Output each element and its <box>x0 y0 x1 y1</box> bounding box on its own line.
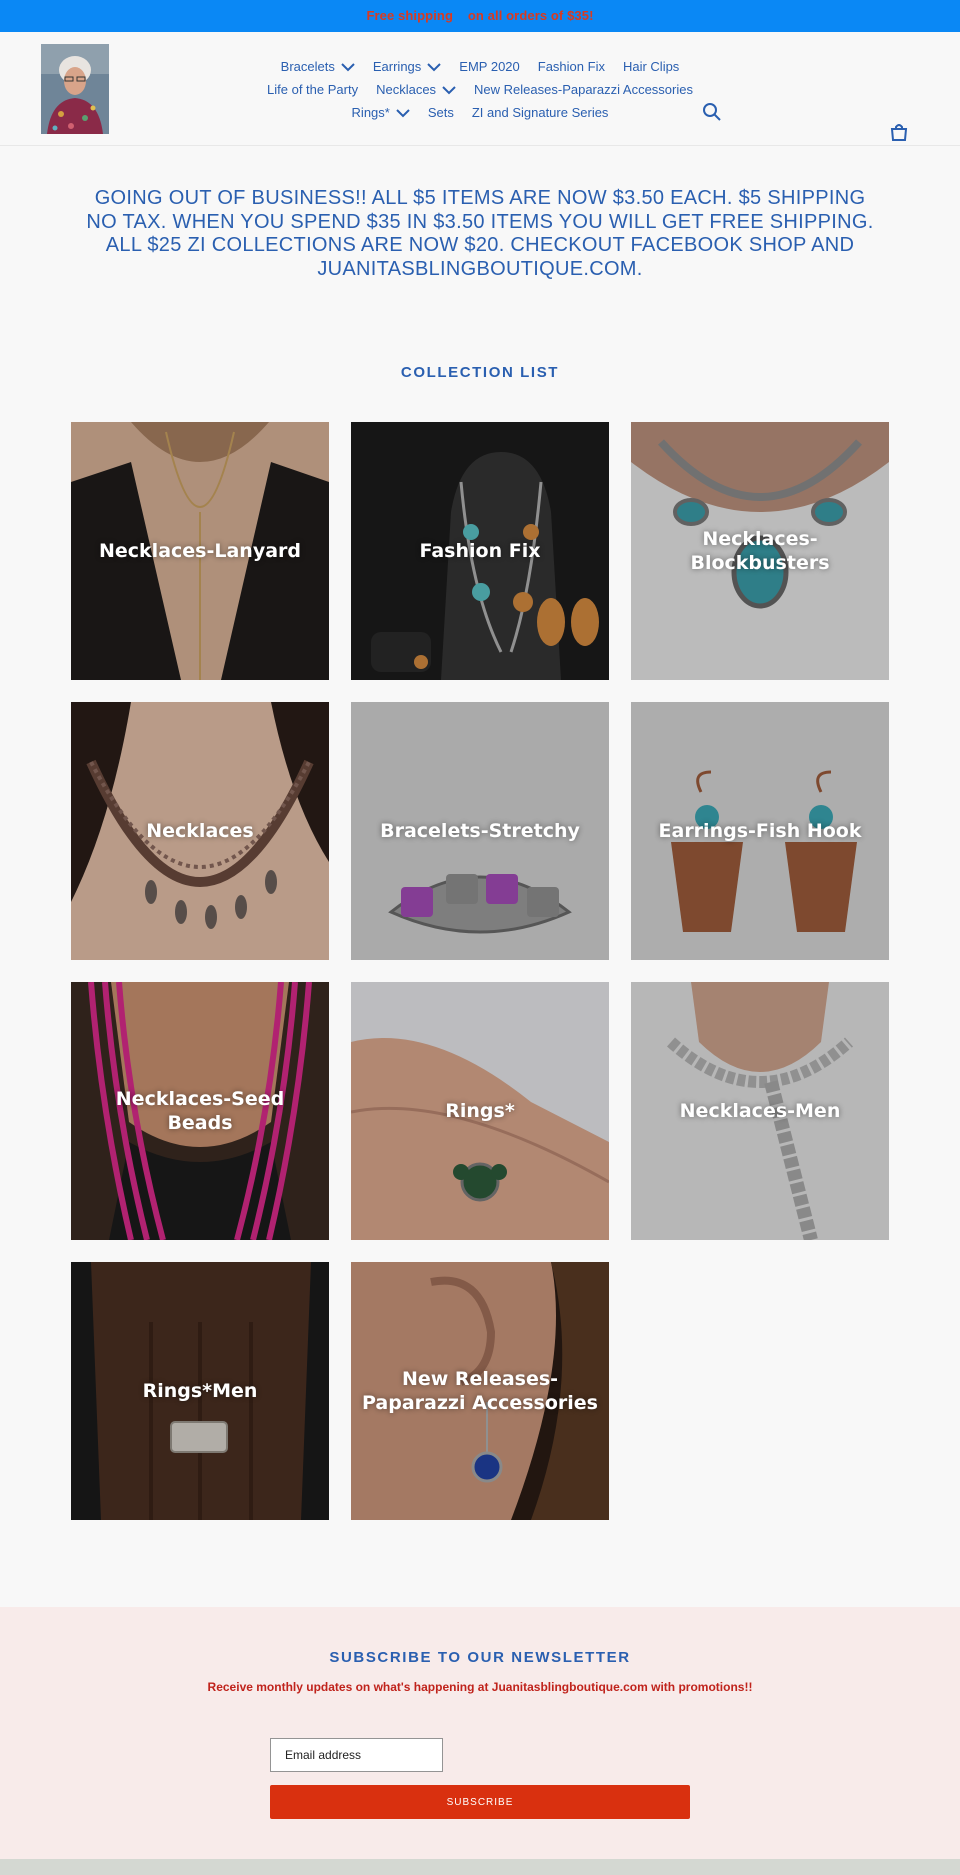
collection-tile-rings-men[interactable]: Rings*Men <box>71 1262 329 1520</box>
nav-item-earrings[interactable]: Earrings <box>373 59 442 74</box>
email-field[interactable] <box>270 1738 443 1772</box>
nav-item-necklaces[interactable]: Necklaces <box>376 82 456 97</box>
collection-tile-new-releases[interactable]: New Releases-Paparazzi Accessories <box>351 1262 609 1520</box>
collection-tile-fashion-fix[interactable]: Fashion Fix <box>351 422 609 680</box>
site-header: Bracelets Earrings EMP 2020 Fashion Fix … <box>0 32 960 146</box>
collection-tile-rings[interactable]: Rings* <box>351 982 609 1240</box>
collection-tile-necklaces[interactable]: Necklaces <box>71 702 329 960</box>
cart-icon[interactable] <box>890 123 908 141</box>
chevron-down-icon <box>396 108 410 117</box>
announcement-text: Free shipping on all orders of $35! <box>366 8 594 23</box>
announcement-bar: Free shipping on all orders of $35! <box>0 0 960 32</box>
nav-item-emp-2020[interactable]: EMP 2020 <box>459 59 519 74</box>
collection-tile-necklaces-men[interactable]: Necklaces-Men <box>631 982 889 1240</box>
subscribe-button[interactable]: SUBSCRIBE <box>270 1785 690 1819</box>
main-nav: Bracelets Earrings EMP 2020 Fashion Fix … <box>240 55 720 124</box>
collection-label: Necklaces <box>146 820 254 842</box>
nav-row-2: Life of the Party Necklaces New Releases… <box>240 78 720 101</box>
nav-item-hair-clips[interactable]: Hair Clips <box>623 59 679 74</box>
chevron-down-icon <box>341 62 355 71</box>
nav-row-1: Bracelets Earrings EMP 2020 Fashion Fix … <box>240 55 720 78</box>
collection-list-title: COLLECTION LIST <box>400 364 560 381</box>
nav-row-3: Rings* Sets ZI and Signature Series <box>240 101 720 124</box>
nav-item-life-of-the-party[interactable]: Life of the Party <box>267 82 358 97</box>
store-logo[interactable] <box>41 44 109 134</box>
newsletter-title: SUBSCRIBE TO OUR NEWSLETTER <box>329 1649 631 1666</box>
collection-label: Necklaces-Men <box>679 1100 841 1122</box>
collection-label: Bracelets-Stretchy <box>380 820 580 842</box>
nav-item-sets[interactable]: Sets <box>428 105 454 120</box>
nav-item-bracelets[interactable]: Bracelets <box>281 59 355 74</box>
nav-item-zi-signature-series[interactable]: ZI and Signature Series <box>472 105 609 120</box>
footer-strip <box>0 1859 960 1875</box>
collection-label: Necklaces-Blockbusters <box>690 528 830 574</box>
newsletter-section: SUBSCRIBE TO OUR NEWSLETTER Receive mont… <box>0 1607 960 1859</box>
promo-headline: GOING OUT OF BUSINESS!! ALL $5 ITEMS ARE… <box>86 187 874 280</box>
collection-tile-necklaces-lanyard[interactable]: Necklaces-Lanyard <box>71 422 329 680</box>
collection-tile-earrings-fish-hook[interactable]: Earrings-Fish Hook <box>631 702 889 960</box>
collection-label: Necklaces-Seed Beads <box>115 1088 285 1134</box>
chevron-down-icon <box>427 62 442 71</box>
collection-label: Rings*Men <box>142 1380 258 1402</box>
collection-tile-necklaces-seed-beads[interactable]: Necklaces-Seed Beads <box>71 982 329 1240</box>
collection-label: Earrings-Fish Hook <box>658 820 862 842</box>
collection-label: Rings* <box>445 1100 515 1122</box>
nav-item-new-releases[interactable]: New Releases-Paparazzi Accessories <box>474 82 693 97</box>
collection-label: Necklaces-Lanyard <box>99 540 301 562</box>
newsletter-subtitle: Receive monthly updates on what's happen… <box>207 1680 753 1694</box>
nav-item-rings[interactable]: Rings* <box>352 105 410 120</box>
collection-label: New Releases-Paparazzi Accessories <box>362 1368 598 1414</box>
search-icon[interactable] <box>702 102 722 122</box>
collection-label: Fashion Fix <box>419 540 541 562</box>
logo-portrait-image <box>41 44 109 134</box>
nav-item-fashion-fix[interactable]: Fashion Fix <box>538 59 605 74</box>
chevron-down-icon <box>442 85 456 94</box>
collection-tile-necklaces-blockbusters[interactable]: Necklaces-Blockbusters <box>631 422 889 680</box>
collection-tile-bracelets-stretchy[interactable]: Bracelets-Stretchy <box>351 702 609 960</box>
